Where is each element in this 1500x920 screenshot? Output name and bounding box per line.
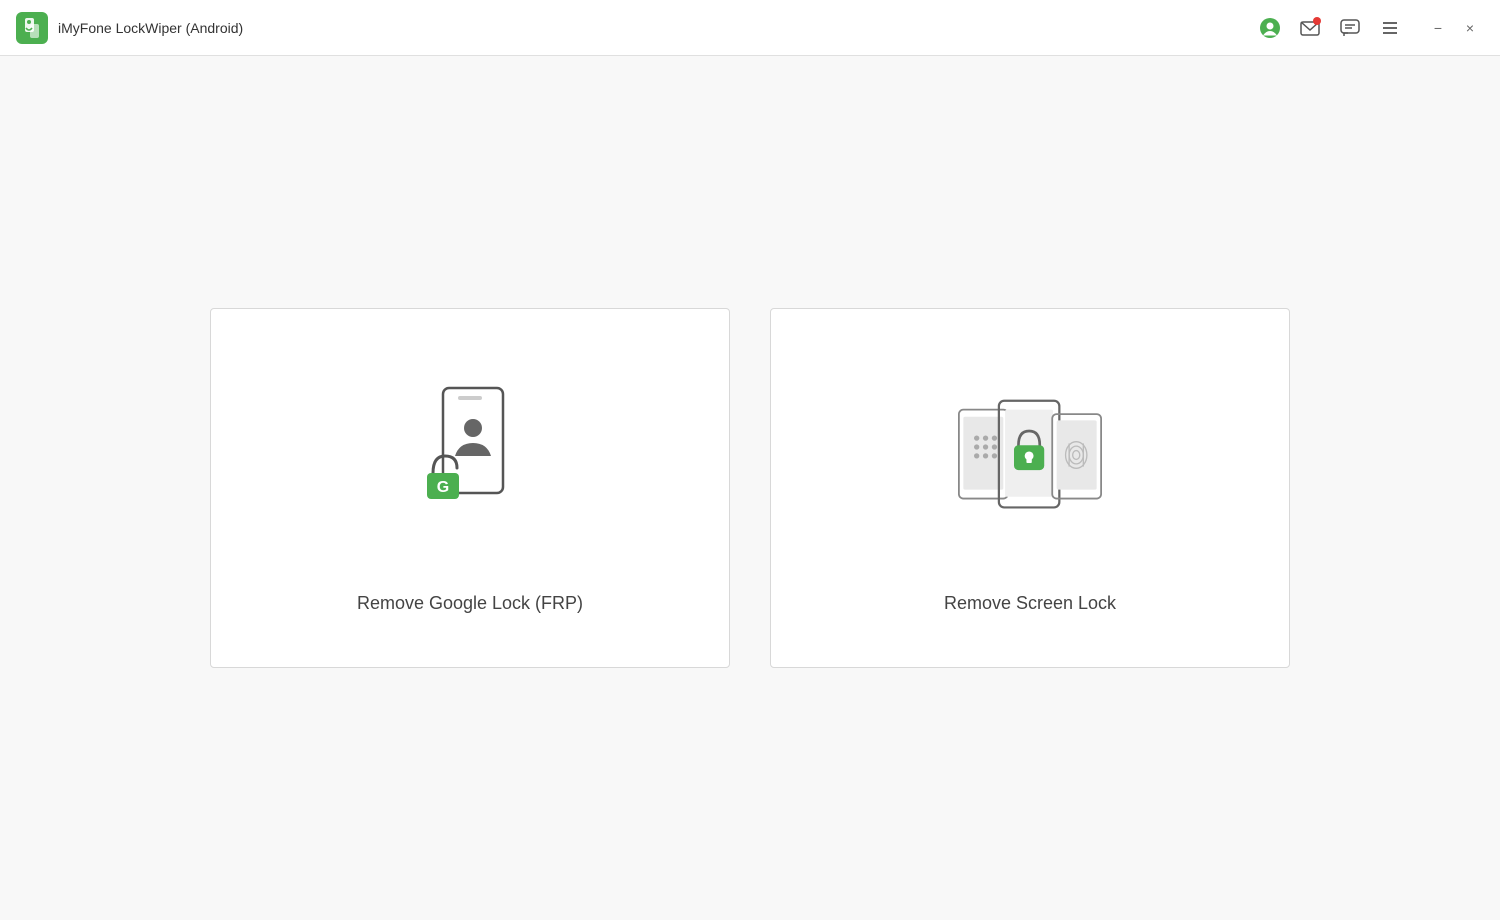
mail-button[interactable]	[1296, 14, 1324, 42]
app-logo-icon	[16, 12, 48, 44]
title-bar: iMyFone LockWiper (Android)	[0, 0, 1500, 56]
account-button[interactable]	[1256, 14, 1284, 42]
chat-button[interactable]	[1336, 14, 1364, 42]
close-button[interactable]: ×	[1456, 14, 1484, 42]
notification-dot	[1313, 17, 1321, 25]
minimize-button[interactable]: −	[1424, 14, 1452, 42]
chat-icon	[1340, 18, 1360, 38]
frp-card-label: Remove Google Lock (FRP)	[357, 593, 583, 614]
frp-icon: G	[405, 378, 535, 548]
screen-lock-card-label: Remove Screen Lock	[944, 593, 1116, 614]
screen-lock-card[interactable]: Remove Screen Lock	[770, 308, 1290, 668]
svg-text:G: G	[437, 479, 449, 496]
menu-button[interactable]	[1376, 14, 1404, 42]
menu-icon	[1381, 19, 1399, 37]
screen-lock-icon	[950, 383, 1110, 543]
cards-container: G Remove Google Lock (FRP)	[210, 308, 1290, 668]
screen-lock-card-icon	[950, 363, 1110, 563]
frp-card-icon: G	[390, 363, 550, 563]
app-title: iMyFone LockWiper (Android)	[58, 20, 243, 36]
title-bar-left: iMyFone LockWiper (Android)	[16, 12, 243, 44]
title-bar-right: − ×	[1256, 14, 1484, 42]
account-icon	[1259, 17, 1281, 39]
frp-card[interactable]: G Remove Google Lock (FRP)	[210, 308, 730, 668]
main-content: G Remove Google Lock (FRP)	[0, 56, 1500, 920]
window-controls: − ×	[1424, 14, 1484, 42]
